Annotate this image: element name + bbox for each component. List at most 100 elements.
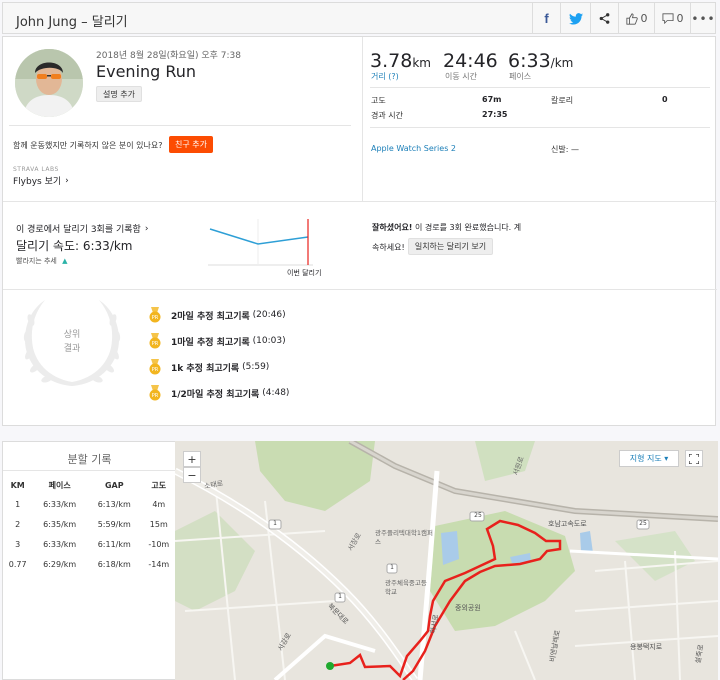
- matched-runs-button[interactable]: 일치하는 달리기 보기: [408, 238, 493, 255]
- achievement-time: (5:59): [242, 362, 270, 372]
- achievement-item[interactable]: PR 2마일 추정 최고기록 (20:46): [149, 307, 286, 323]
- distance-value: 3.78: [370, 50, 413, 72]
- achievement-time: (10:03): [252, 336, 286, 346]
- divider: [9, 125, 351, 126]
- running-speed: 달리기 속도: 6:33/km: [16, 237, 133, 254]
- elevation-value: 67m: [482, 95, 502, 104]
- activity-header: John Jung – 달리기 f 0 0 •••: [2, 2, 716, 34]
- map-label: 용봉택지로: [630, 643, 663, 651]
- table-row[interactable]: 2 6:35/km 5:59/km 15m: [3, 514, 176, 534]
- svg-text:PR: PR: [152, 393, 159, 399]
- running-speed-text: 달리기 속도: 6:33/km: [16, 239, 133, 253]
- segment-message-bold: 잘하셨어요!: [372, 223, 413, 232]
- elapsed-value: 27:35: [482, 110, 508, 119]
- table-cell: 1: [15, 499, 21, 509]
- achievement-time: (20:46): [252, 310, 286, 320]
- trend-up-icon: ▲: [62, 257, 68, 265]
- comment-count: 0: [676, 12, 684, 25]
- thumbs-up-icon: [625, 12, 638, 25]
- table-cell: 5:59/km: [97, 519, 131, 529]
- calories-value: 0: [662, 95, 668, 104]
- share-icon: [599, 13, 610, 24]
- divider: [3, 289, 717, 290]
- chevron-right-icon: ›: [144, 223, 149, 234]
- more-actions-button[interactable]: •••: [690, 3, 716, 34]
- splits-panel: 분할 기록 KM 페이스 GAP 고도 1 6:33/km 6:13/km 4m…: [2, 441, 176, 680]
- map-label: 호남고속도로: [548, 520, 587, 528]
- comment-button[interactable]: 0: [654, 3, 690, 34]
- elapsed-label: 경과 시간: [371, 111, 403, 120]
- kudos-button[interactable]: 0: [618, 3, 654, 34]
- map-type-dropdown[interactable]: 지형 지도 ▾: [619, 450, 679, 467]
- trend-text: 빨라지는 추세: [16, 257, 57, 265]
- map-shield-label: 1: [273, 520, 277, 527]
- distance-unit: km: [412, 56, 431, 70]
- flybys-link[interactable]: Flybys 보기 ›: [13, 174, 69, 188]
- zoom-out-button[interactable]: −: [183, 467, 201, 483]
- zoom-in-button[interactable]: +: [183, 451, 201, 467]
- achievement-title: 1k 추정 최고기록: [171, 363, 240, 374]
- top-results-line1: 상위: [63, 330, 81, 340]
- divider: [370, 127, 710, 128]
- calories-label: 칼로리: [551, 96, 574, 105]
- twitter-share-button[interactable]: [560, 3, 590, 34]
- add-friend-button[interactable]: 친구 추가: [169, 136, 213, 153]
- add-description-button[interactable]: 설명 추가: [96, 86, 142, 102]
- map-label: 광주체육중고등학교: [385, 579, 427, 596]
- trend-label: 빨라지는 추세 ▲: [16, 256, 68, 266]
- splits-header-row: KM 페이스 GAP 고도: [3, 476, 176, 494]
- route-efforts-heading[interactable]: 이 경로에서 달리기 3회를 기록함 ›: [16, 222, 149, 236]
- table-cell: 4m: [152, 499, 166, 509]
- table-cell: 6:11/km: [97, 539, 131, 549]
- table-cell: 2: [15, 519, 21, 529]
- labs-label: STRAVA LABS: [13, 166, 59, 173]
- distance-label[interactable]: 거리 (?): [371, 71, 399, 82]
- table-row[interactable]: 3 6:33/km 6:11/km -10m: [3, 534, 176, 554]
- table-row[interactable]: 1 6:33/km 6:13/km 4m: [3, 494, 176, 514]
- pace-value: 6:33: [508, 50, 551, 72]
- device-link[interactable]: Apple Watch Series 2: [371, 144, 456, 153]
- route-map[interactable]: 소태로 서원로 서장로 광주플리텍대학1캠퍼스 광주체육중고등학교 북문대로 중…: [175, 441, 718, 680]
- route-start-marker: [326, 662, 334, 670]
- pr-medal-icon: PR: [149, 385, 161, 401]
- table-cell: 6:29/km: [43, 559, 77, 569]
- map-shield-label: 25: [639, 520, 647, 527]
- twitter-icon: [568, 12, 583, 25]
- share-button[interactable]: [590, 3, 618, 34]
- table-cell: 6:13/km: [97, 499, 131, 509]
- achievement-item[interactable]: PR 1마일 추정 최고기록 (10:03): [149, 333, 286, 349]
- distance-stat: 3.78km: [370, 50, 431, 72]
- table-cell: 3: [15, 539, 21, 549]
- achievement-item[interactable]: PR 1/2마일 추정 최고기록 (4:48): [149, 385, 289, 401]
- facebook-share-button[interactable]: f: [532, 3, 560, 34]
- pr-medal-icon: PR: [149, 359, 161, 375]
- chevron-right-icon: ›: [65, 175, 69, 186]
- avatar[interactable]: [15, 49, 83, 117]
- top-results-line2: 결과: [63, 344, 81, 354]
- trend-chart: [208, 219, 313, 266]
- table-cell: 0.77: [8, 559, 27, 569]
- moving-time-label: 이동 시간: [445, 72, 477, 81]
- map-label: 중외공원: [455, 604, 481, 612]
- table-cell: -10m: [148, 539, 170, 549]
- column-header: 고도: [151, 480, 167, 490]
- flybys-label: Flybys 보기: [13, 177, 62, 187]
- fullscreen-button[interactable]: [685, 450, 703, 467]
- column-header: 페이스: [48, 480, 71, 490]
- table-cell: 6:33/km: [43, 539, 77, 549]
- trend-line: [209, 228, 309, 245]
- divider: [362, 37, 363, 201]
- achievement-item[interactable]: PR 1k 추정 최고기록 (5:59): [149, 359, 269, 375]
- achievement-time: (4:48): [262, 388, 290, 398]
- pr-medal-icon: PR: [149, 307, 161, 323]
- facebook-icon: f: [544, 11, 549, 26]
- achievement-title: 2마일 추정 최고기록: [171, 311, 250, 322]
- column-header: GAP: [104, 480, 124, 490]
- divider: [370, 87, 710, 88]
- table-cell: 6:35/km: [43, 519, 77, 529]
- svg-text:PR: PR: [152, 367, 159, 373]
- page-title: John Jung – 달리기: [16, 15, 128, 30]
- table-row[interactable]: 0.77 6:29/km 6:18/km -14m: [3, 554, 176, 574]
- pr-medal-icon: PR: [149, 333, 161, 349]
- table-cell: 6:33/km: [43, 499, 77, 509]
